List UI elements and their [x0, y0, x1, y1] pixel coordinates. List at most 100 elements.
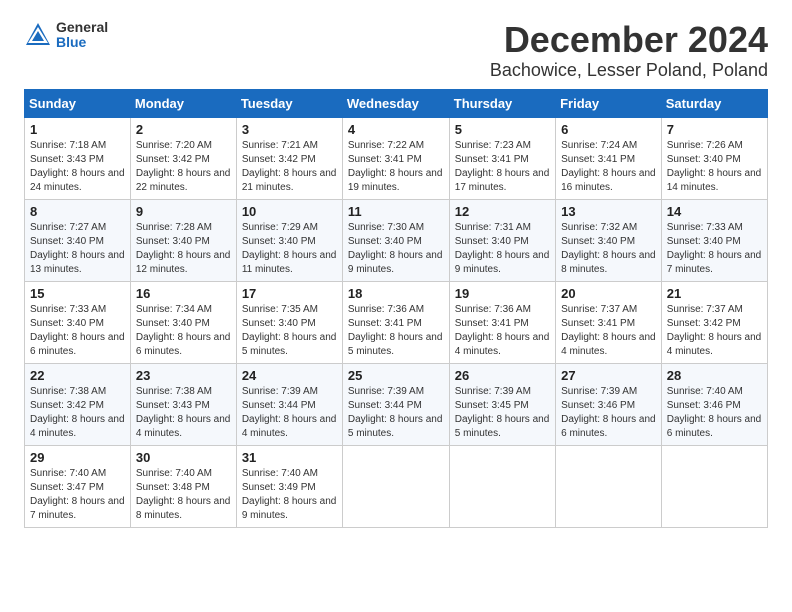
day-number: 13: [561, 204, 656, 219]
calendar-header-tuesday: Tuesday: [236, 89, 342, 117]
day-number: 10: [242, 204, 337, 219]
calendar-cell: [449, 445, 555, 527]
calendar-cell: 8Sunrise: 7:27 AMSunset: 3:40 PMDaylight…: [25, 199, 131, 281]
calendar-cell: 19Sunrise: 7:36 AMSunset: 3:41 PMDayligh…: [449, 281, 555, 363]
calendar-cell: 22Sunrise: 7:38 AMSunset: 3:42 PMDayligh…: [25, 363, 131, 445]
calendar-cell: [556, 445, 662, 527]
day-info: Sunrise: 7:39 AMSunset: 3:44 PMDaylight:…: [242, 385, 337, 441]
calendar-cell: 20 Sunrise: 7:37 AMSunset: 3:41 PMDayligh…: [556, 281, 662, 363]
calendar-cell: [661, 445, 767, 527]
day-info: Sunrise: 7:40 AMSunset: 3:48 PMDaylight:…: [136, 467, 231, 523]
day-number: 8: [30, 204, 125, 219]
calendar-week-row: 1 Sunrise: 7:18 AMSunset: 3:43 PMDaylight…: [25, 117, 768, 199]
logo-icon: [24, 21, 52, 49]
day-number: 26: [455, 368, 550, 383]
day-number: 14: [667, 204, 762, 219]
day-info: Sunrise: 7:18 AMSunset: 3:43 PMDaylight:…: [30, 139, 125, 195]
day-number: 18: [348, 286, 444, 301]
calendar-cell: 7 Sunrise: 7:26 AMSunset: 3:40 PMDaylight…: [661, 117, 767, 199]
calendar-cell: 11 Sunrise: 7:30 AMSunset: 3:40 PMDayligh…: [342, 199, 449, 281]
day-info: Sunrise: 7:36 AMSunset: 3:41 PMDaylight:…: [455, 303, 550, 359]
calendar-header-monday: Monday: [130, 89, 236, 117]
day-info: Sunrise: 7:40 AMSunset: 3:49 PMDaylight:…: [242, 467, 337, 523]
day-number: 20: [561, 286, 656, 301]
day-info: Sunrise: 7:23 AMSunset: 3:41 PMDaylight:…: [455, 139, 550, 195]
calendar-cell: 26 Sunrise: 7:39 AMSunset: 3:45 PMDayligh…: [449, 363, 555, 445]
day-number: 25: [348, 368, 444, 383]
logo: General Blue: [24, 20, 108, 51]
day-info: Sunrise: 7:34 AMSunset: 3:40 PMDaylight:…: [136, 303, 231, 359]
calendar-cell: 10Sunrise: 7:29 AMSunset: 3:40 PMDayligh…: [236, 199, 342, 281]
calendar-week-row: 22Sunrise: 7:38 AMSunset: 3:42 PMDayligh…: [25, 363, 768, 445]
day-number: 12: [455, 204, 550, 219]
calendar-cell: 23 Sunrise: 7:38 AMSunset: 3:43 PMDayligh…: [130, 363, 236, 445]
day-info: Sunrise: 7:39 AMSunset: 3:44 PMDaylight:…: [348, 385, 444, 441]
calendar-cell: 13 Sunrise: 7:32 AMSunset: 3:40 PMDayligh…: [556, 199, 662, 281]
day-info: Sunrise: 7:39 AMSunset: 3:45 PMDaylight:…: [455, 385, 550, 441]
day-number: 28: [667, 368, 762, 383]
calendar-header-wednesday: Wednesday: [342, 89, 449, 117]
calendar-header-sunday: Sunday: [25, 89, 131, 117]
calendar-header-row: SundayMondayTuesdayWednesdayThursdayFrid…: [25, 89, 768, 117]
day-number: 11: [348, 204, 444, 219]
calendar-week-row: 8Sunrise: 7:27 AMSunset: 3:40 PMDaylight…: [25, 199, 768, 281]
day-number: 22: [30, 368, 125, 383]
calendar: SundayMondayTuesdayWednesdayThursdayFrid…: [24, 89, 768, 528]
day-info: Sunrise: 7:26 AMSunset: 3:40 PMDaylight:…: [667, 139, 762, 195]
day-info: Sunrise: 7:32 AMSunset: 3:40 PMDaylight:…: [561, 221, 656, 277]
day-number: 16: [136, 286, 231, 301]
day-info: Sunrise: 7:38 AMSunset: 3:43 PMDaylight:…: [136, 385, 231, 441]
logo-text: General Blue: [56, 20, 108, 51]
day-number: 1: [30, 122, 125, 137]
day-info: Sunrise: 7:21 AMSunset: 3:42 PMDaylight:…: [242, 139, 337, 195]
day-info: Sunrise: 7:40 AMSunset: 3:46 PMDaylight:…: [667, 385, 762, 441]
day-number: 21: [667, 286, 762, 301]
day-number: 27: [561, 368, 656, 383]
day-number: 6: [561, 122, 656, 137]
day-info: Sunrise: 7:36 AMSunset: 3:41 PMDaylight:…: [348, 303, 444, 359]
day-info: Sunrise: 7:30 AMSunset: 3:40 PMDaylight:…: [348, 221, 444, 277]
calendar-cell: 12 Sunrise: 7:31 AMSunset: 3:40 PMDayligh…: [449, 199, 555, 281]
calendar-cell: 25 Sunrise: 7:39 AMSunset: 3:44 PMDayligh…: [342, 363, 449, 445]
day-number: 23: [136, 368, 231, 383]
day-info: Sunrise: 7:37 AMSunset: 3:41 PMDaylight:…: [561, 303, 656, 359]
calendar-cell: 9Sunrise: 7:28 AMSunset: 3:40 PMDaylight…: [130, 199, 236, 281]
day-info: Sunrise: 7:37 AMSunset: 3:42 PMDaylight:…: [667, 303, 762, 359]
day-number: 31: [242, 450, 337, 465]
calendar-week-row: 15Sunrise: 7:33 AMSunset: 3:40 PMDayligh…: [25, 281, 768, 363]
calendar-cell: 29 Sunrise: 7:40 AMSunset: 3:47 PMDayligh…: [25, 445, 131, 527]
day-number: 30: [136, 450, 231, 465]
day-info: Sunrise: 7:28 AMSunset: 3:40 PMDaylight:…: [136, 221, 231, 277]
day-info: Sunrise: 7:31 AMSunset: 3:40 PMDaylight:…: [455, 221, 550, 277]
day-info: Sunrise: 7:39 AMSunset: 3:46 PMDaylight:…: [561, 385, 656, 441]
page-container: General Blue December 2024 Bachowice, Le…: [24, 20, 768, 528]
day-info: Sunrise: 7:20 AMSunset: 3:42 PMDaylight:…: [136, 139, 231, 195]
day-number: 4: [348, 122, 444, 137]
calendar-header-friday: Friday: [556, 89, 662, 117]
day-number: 5: [455, 122, 550, 137]
calendar-cell: 28 Sunrise: 7:40 AMSunset: 3:46 PMDayligh…: [661, 363, 767, 445]
calendar-cell: 30 Sunrise: 7:40 AMSunset: 3:48 PMDayligh…: [130, 445, 236, 527]
day-number: 7: [667, 122, 762, 137]
calendar-cell: 5 Sunrise: 7:23 AMSunset: 3:41 PMDaylight…: [449, 117, 555, 199]
calendar-cell: 18 Sunrise: 7:36 AMSunset: 3:41 PMDayligh…: [342, 281, 449, 363]
calendar-cell: 15Sunrise: 7:33 AMSunset: 3:40 PMDayligh…: [25, 281, 131, 363]
calendar-cell: 17Sunrise: 7:35 AMSunset: 3:40 PMDayligh…: [236, 281, 342, 363]
day-number: 3: [242, 122, 337, 137]
calendar-cell: 27 Sunrise: 7:39 AMSunset: 3:46 PMDayligh…: [556, 363, 662, 445]
calendar-cell: 3 Sunrise: 7:21 AMSunset: 3:42 PMDaylight…: [236, 117, 342, 199]
calendar-header-saturday: Saturday: [661, 89, 767, 117]
calendar-cell: 6 Sunrise: 7:24 AMSunset: 3:41 PMDaylight…: [556, 117, 662, 199]
day-info: Sunrise: 7:33 AMSunset: 3:40 PMDaylight:…: [30, 303, 125, 359]
month-title: December 2024: [490, 20, 768, 60]
calendar-cell: [342, 445, 449, 527]
calendar-cell: 24Sunrise: 7:39 AMSunset: 3:44 PMDayligh…: [236, 363, 342, 445]
day-number: 29: [30, 450, 125, 465]
day-info: Sunrise: 7:24 AMSunset: 3:41 PMDaylight:…: [561, 139, 656, 195]
day-info: Sunrise: 7:40 AMSunset: 3:47 PMDaylight:…: [30, 467, 125, 523]
calendar-cell: 31 Sunrise: 7:40 AMSunset: 3:49 PMDayligh…: [236, 445, 342, 527]
day-info: Sunrise: 7:35 AMSunset: 3:40 PMDaylight:…: [242, 303, 337, 359]
location-title: Bachowice, Lesser Poland, Poland: [490, 60, 768, 81]
day-info: Sunrise: 7:33 AMSunset: 3:40 PMDaylight:…: [667, 221, 762, 277]
calendar-cell: 14 Sunrise: 7:33 AMSunset: 3:40 PMDayligh…: [661, 199, 767, 281]
